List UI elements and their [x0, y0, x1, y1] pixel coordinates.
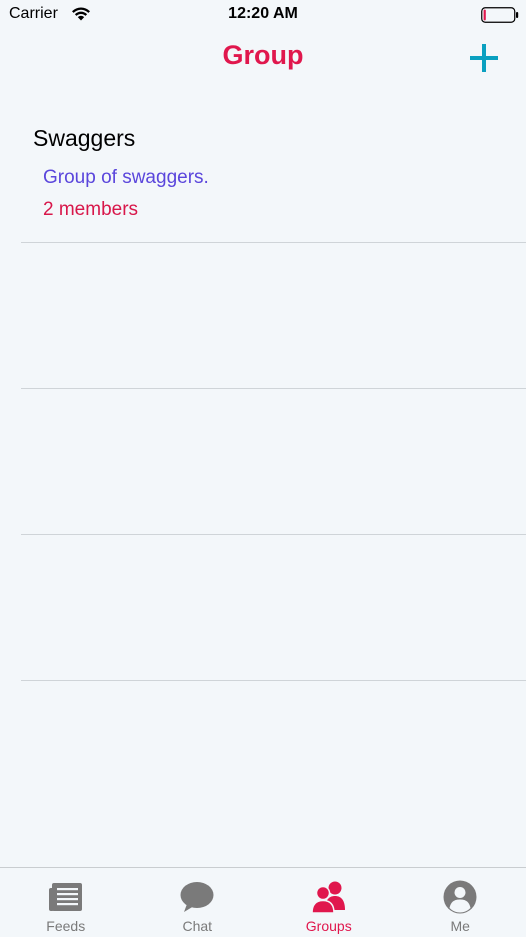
group-row-swaggers[interactable]: Swaggers Group of swaggers. 2 members [21, 97, 526, 243]
add-group-button[interactable] [468, 42, 500, 74]
tab-label: Feeds [46, 918, 86, 934]
group-description: Group of swaggers. [43, 167, 209, 188]
chat-bubble-icon [180, 882, 214, 912]
empty-row [21, 535, 526, 681]
tab-me[interactable]: Me [395, 868, 526, 937]
status-time: 12:20 AM [228, 5, 298, 22]
group-name: Swaggers [33, 125, 136, 151]
tab-groups[interactable]: Groups [263, 868, 395, 937]
empty-row [21, 243, 526, 389]
tab-feeds[interactable]: Feeds [0, 868, 132, 937]
empty-row [21, 389, 526, 535]
user-circle-icon [443, 880, 477, 914]
group-list: Swaggers Group of swaggers. 2 members [0, 97, 526, 681]
group-member-count: 2 members [43, 199, 139, 220]
newspaper-icon [48, 883, 82, 911]
tab-bar: Feeds Chat Groups Me [0, 867, 526, 937]
tab-label: Groups [305, 918, 352, 934]
tab-label: Chat [182, 918, 213, 934]
page-title: Group [222, 40, 304, 70]
plus-icon [470, 44, 498, 72]
tab-chat[interactable]: Chat [132, 868, 264, 937]
status-bar: Carrier 12:20 AM [0, 0, 526, 30]
battery-low-icon [481, 7, 519, 23]
users-icon [310, 881, 345, 914]
tab-label: Me [450, 918, 470, 934]
